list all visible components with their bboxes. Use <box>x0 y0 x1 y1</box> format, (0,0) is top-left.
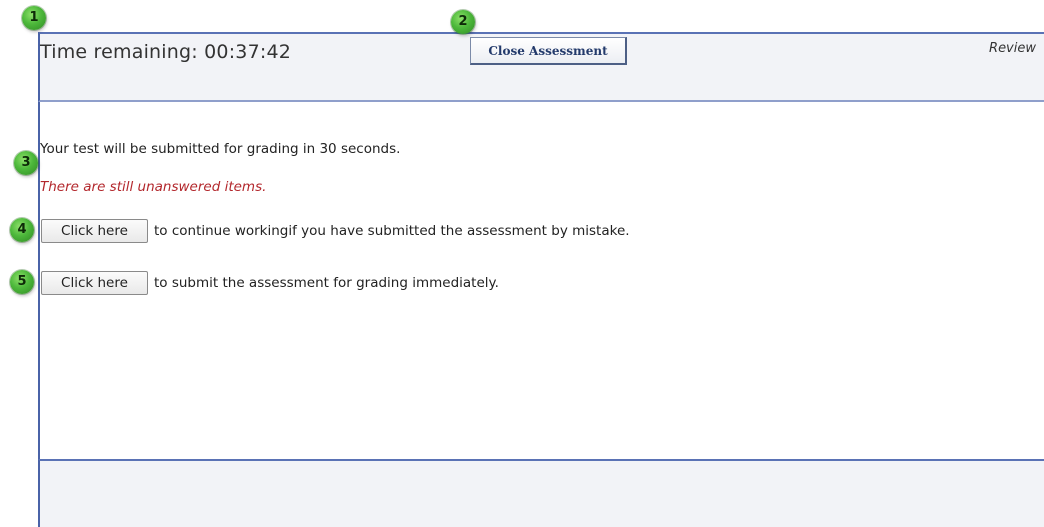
submit-now-button[interactable]: Click here <box>41 271 148 295</box>
callout-marker-5: 5 <box>10 270 34 294</box>
submit-now-text: to submit the assessment for grading imm… <box>154 275 499 291</box>
callout-marker-3: 3 <box>14 151 38 175</box>
time-remaining-label: Time remaining: 00:37:42 <box>40 41 292 63</box>
assessment-page: Time remaining: 00:37:42 Close Assessmen… <box>0 0 1044 527</box>
unanswered-items-warning: There are still unanswered items. <box>40 179 267 195</box>
callout-marker-2: 2 <box>451 10 475 34</box>
continue-working-row: Click here to continue workingif you hav… <box>41 219 630 243</box>
close-assessment-button[interactable]: Close Assessment <box>470 37 627 65</box>
callout-marker-4: 4 <box>10 218 34 242</box>
continue-working-button[interactable]: Click here <box>41 219 148 243</box>
submit-now-row: Click here to submit the assessment for … <box>41 271 499 295</box>
continue-working-text: to continue workingif you have submitted… <box>154 223 630 239</box>
review-link[interactable]: Review <box>989 41 1036 56</box>
assessment-footer-bar <box>38 459 1044 527</box>
submit-countdown-message: Your test will be submitted for grading … <box>40 141 401 157</box>
callout-marker-1: 1 <box>22 6 46 30</box>
